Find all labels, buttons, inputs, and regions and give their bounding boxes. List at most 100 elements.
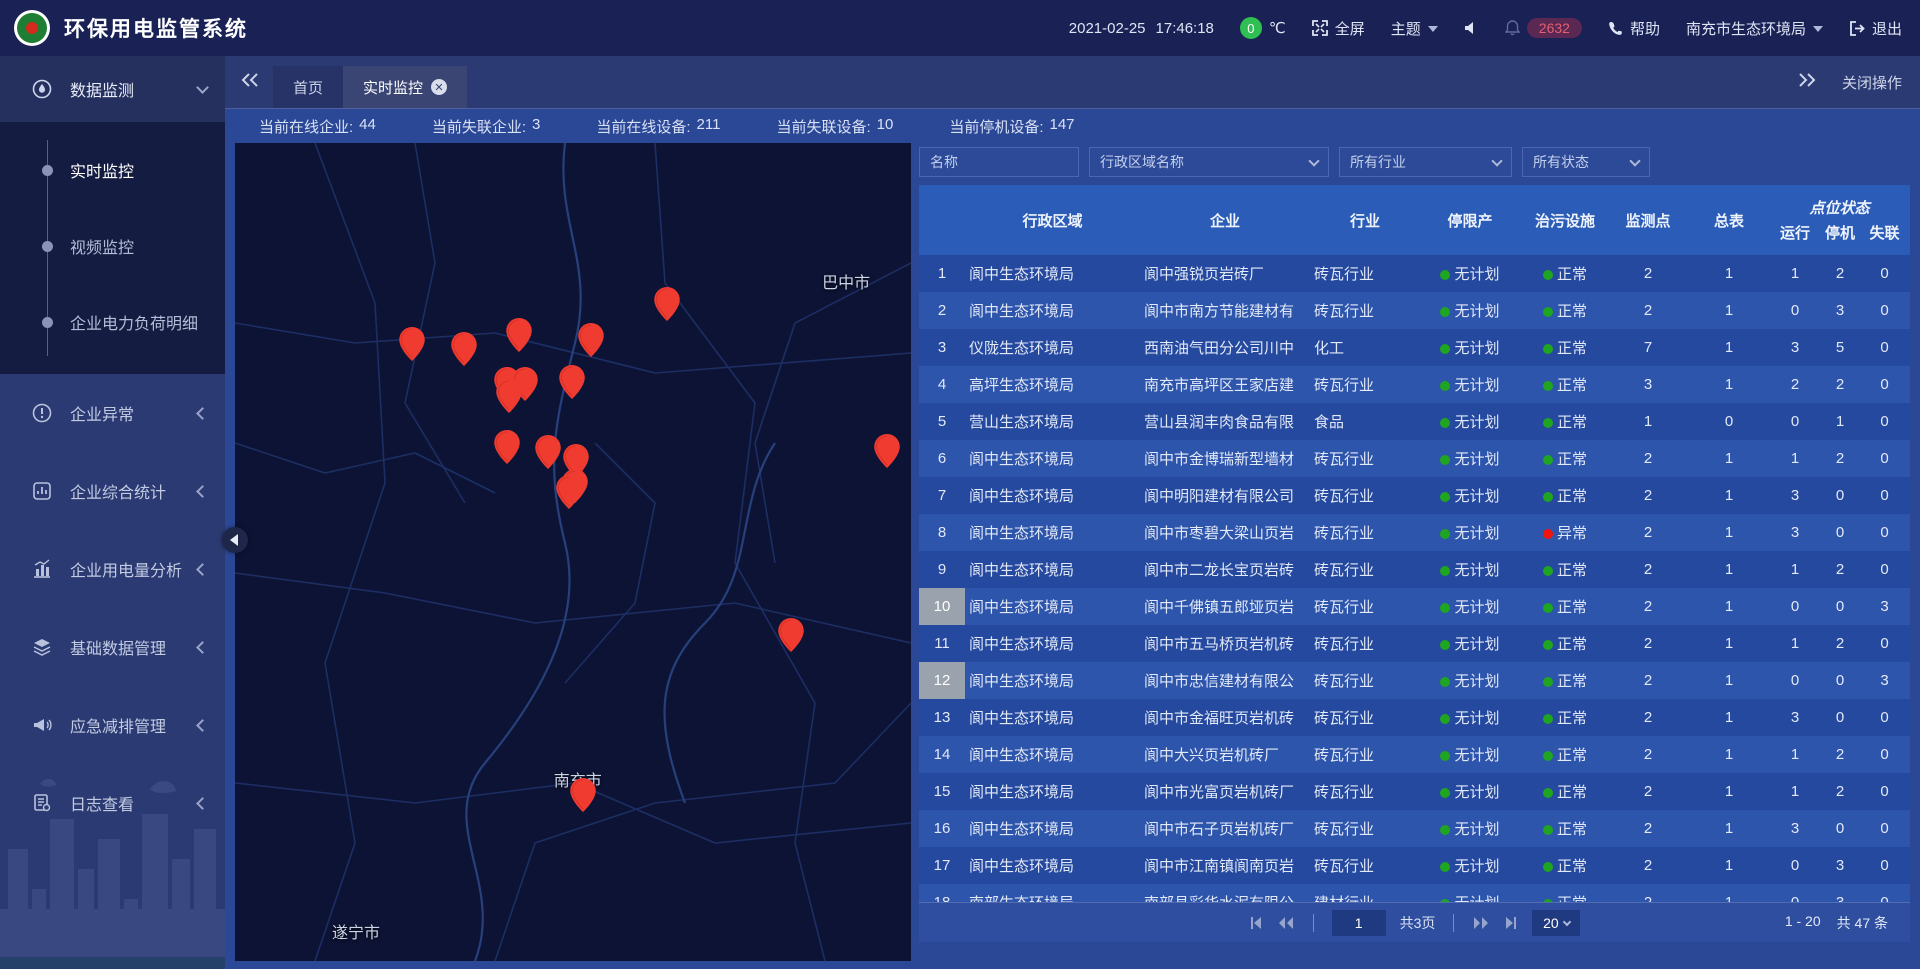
table-row[interactable]: 10 阆中生态环境局 阆中千佛镇五郎垭页岩 砖瓦行业 无计划 正常 2 1 0 …	[919, 588, 1910, 625]
facility-status-dot	[1543, 529, 1553, 539]
table-row[interactable]: 11 阆中生态环境局 阆中市五马桥页岩机砖 砖瓦行业 无计划 正常 2 1 1 …	[919, 625, 1910, 662]
sidebar-item-electricity-analysis[interactable]: 企业用电量分析	[0, 530, 225, 608]
close-tab-icon[interactable]: ✕	[431, 79, 447, 95]
city-skyline-decoration	[0, 759, 225, 969]
warning-circle-icon	[32, 403, 52, 423]
sidebar-item-data-monitoring[interactable]: 数据监测	[0, 56, 225, 122]
table-row[interactable]: 8 阆中生态环境局 阆中市枣碧大梁山页岩 砖瓦行业 无计划 异常 2 1 3 0…	[919, 514, 1910, 551]
tab-realtime-monitoring[interactable]: 实时监控 ✕	[343, 66, 467, 108]
stat-stopped-devices: 当前停机设备:147	[949, 116, 1074, 137]
bell-icon	[1505, 20, 1520, 36]
page-number-input[interactable]: 1	[1332, 910, 1386, 936]
org-dropdown[interactable]: 南充市生态环境局	[1686, 18, 1823, 39]
facility-status-dot	[1543, 640, 1553, 650]
prev-page-button[interactable]	[1277, 916, 1295, 930]
sidebar: 数据监测 实时监控 视频监控 企业电力负荷明细	[0, 56, 225, 969]
limit-status-dot	[1440, 677, 1450, 687]
close-operations-button[interactable]: 关闭操作	[1842, 72, 1902, 93]
map-pin-icon[interactable]	[874, 434, 900, 468]
table-row[interactable]: 6 阆中生态环境局 阆中市金博瑞新型墙材 砖瓦行业 无计划 正常 2 1 1 2…	[919, 440, 1910, 477]
industry-select[interactable]: 所有行业	[1339, 147, 1512, 177]
help-button[interactable]: 帮助	[1608, 18, 1660, 39]
tab-home[interactable]: 首页	[273, 66, 343, 108]
table-row[interactable]: 14 阆中生态环境局 阆中大兴页岩机砖厂 砖瓦行业 无计划 正常 2 1 1 2…	[919, 736, 1910, 773]
map-pin-icon[interactable]	[570, 778, 596, 812]
table-row[interactable]: 2 阆中生态环境局 阆中市南方节能建材有 砖瓦行业 无计划 正常 2 1 0 3…	[919, 292, 1910, 329]
map-pin-icon[interactable]	[399, 327, 425, 361]
divider	[1453, 914, 1454, 932]
map-pin-icon[interactable]	[778, 618, 804, 652]
sidebar-item-emergency-reduction[interactable]: 应急减排管理	[0, 686, 225, 764]
statistics-icon	[32, 481, 52, 501]
last-page-button[interactable]	[1504, 916, 1518, 930]
limit-status-dot	[1440, 381, 1450, 391]
notification-count-badge: 2632	[1527, 18, 1582, 38]
map-pin-icon[interactable]	[654, 287, 680, 321]
status-select[interactable]: 所有状态	[1522, 147, 1650, 177]
map-pin-icon[interactable]	[578, 323, 604, 357]
table-row[interactable]: 1 阆中生态环境局 阆中强锐页岩砖厂 砖瓦行业 无计划 正常 2 1 1 2 0	[919, 255, 1910, 292]
last-page-icon	[1504, 916, 1518, 930]
fullscreen-icon	[1312, 20, 1328, 36]
map-pin-icon[interactable]	[559, 365, 585, 399]
chevron-down-icon	[1629, 155, 1640, 166]
temperature-badge: 0	[1240, 17, 1262, 39]
region-select[interactable]: 行政区域名称	[1089, 147, 1329, 177]
sidebar-item-enterprise-statistics[interactable]: 企业综合统计	[0, 452, 225, 530]
bar-chart-icon	[32, 559, 52, 579]
sidebar-item-power-load-detail[interactable]: 企业电力负荷明细	[0, 284, 225, 360]
table-row[interactable]: 9 阆中生态环境局 阆中市二龙长宝页岩砖 砖瓦行业 无计划 正常 2 1 1 2…	[919, 551, 1910, 588]
map-roads	[235, 143, 911, 961]
table-row[interactable]: 3 仪陇生态环境局 西南油气田分公司川中 化工 无计划 正常 7 1 3 5 0	[919, 329, 1910, 366]
table-row[interactable]: 13 阆中生态环境局 阆中市金福旺页岩机砖 砖瓦行业 无计划 正常 2 1 3 …	[919, 699, 1910, 736]
map-pin-icon[interactable]	[556, 475, 582, 509]
map-pin-icon[interactable]	[496, 379, 522, 413]
next-page-button[interactable]	[1472, 916, 1490, 930]
sidebar-item-basic-data[interactable]: 基础数据管理	[0, 608, 225, 686]
table-row[interactable]: 16 阆中生态环境局 阆中市石子页岩机砖厂 砖瓦行业 无计划 正常 2 1 3 …	[919, 810, 1910, 847]
table-row[interactable]: 18 南部生态环境局 南部县彩华水泥有限公 建材行业 无计划 正常 2 1 0 …	[919, 884, 1910, 902]
time-text: 17:46:18	[1156, 20, 1214, 37]
sidebar-item-enterprise-abnormal[interactable]: 企业异常	[0, 374, 225, 452]
logout-button[interactable]: 退出	[1849, 18, 1902, 39]
table-row[interactable]: 7 阆中生态环境局 阆中明阳建材有限公司 砖瓦行业 无计划 正常 2 1 3 0…	[919, 477, 1910, 514]
enterprise-table: 行政区域 企业 行业 停限产 治污设施 监测点 总表 点位状态 运行 停机 失联…	[919, 185, 1910, 902]
volume-button[interactable]	[1464, 21, 1479, 35]
tab-bar: 首页 实时监控 ✕ 关闭操作	[225, 56, 1920, 109]
limit-status-dot	[1440, 714, 1450, 724]
page-size-select[interactable]: 20	[1532, 910, 1580, 936]
notifications[interactable]: 2632	[1505, 18, 1582, 38]
table-row[interactable]: 4 高坪生态环境局 南充市高坪区王家店建 砖瓦行业 无计划 正常 3 1 2 2…	[919, 366, 1910, 403]
facility-status-dot	[1543, 307, 1553, 317]
temperature-unit: ℃	[1269, 19, 1286, 37]
map-pin-icon[interactable]	[494, 430, 520, 464]
table-row[interactable]: 15 阆中生态环境局 阆中市光富页岩机砖厂 砖瓦行业 无计划 正常 2 1 1 …	[919, 773, 1910, 810]
tab-scroll-left-button[interactable]	[241, 73, 259, 92]
table-row[interactable]: 12 阆中生态环境局 阆中市忠信建材有限公 砖瓦行业 无计划 正常 2 1 0 …	[919, 662, 1910, 699]
sidebar-item-video-monitoring[interactable]: 视频监控	[0, 208, 225, 284]
stat-online-devices: 当前在线设备:211	[596, 116, 720, 137]
chevron-left-icon	[230, 534, 238, 546]
filter-bar: 名称 行政区域名称 所有行业 所有状态	[919, 147, 1910, 177]
table-row[interactable]: 5 营山生态环境局 营山县润丰肉食品有限 食品 无计划 正常 1 0 0 1 0	[919, 403, 1910, 440]
limit-status-dot	[1440, 862, 1450, 872]
first-page-button[interactable]	[1249, 916, 1263, 930]
chevron-down-icon	[1308, 155, 1319, 166]
map-pin-icon[interactable]	[535, 435, 561, 469]
total-pages-label: 共3页	[1400, 913, 1436, 933]
theme-dropdown[interactable]: 主题	[1391, 18, 1438, 39]
map-panel[interactable]: 巴中市南充市遂宁市	[235, 143, 911, 961]
double-chevron-left-icon	[241, 73, 259, 87]
fullscreen-button[interactable]: 全屏	[1312, 18, 1365, 39]
speaker-icon	[1464, 21, 1479, 35]
org-name: 南充市生态环境局	[1686, 18, 1806, 39]
map-pin-icon[interactable]	[506, 318, 532, 352]
tab-scroll-right-button[interactable]	[1798, 73, 1816, 92]
range-label: 1 - 20	[1785, 913, 1821, 933]
facility-status-dot	[1543, 381, 1553, 391]
name-search-input[interactable]: 名称	[919, 147, 1079, 177]
map-pin-icon[interactable]	[451, 332, 477, 366]
table-row[interactable]: 17 阆中生态环境局 阆中市江南镇阆南页岩 砖瓦行业 无计划 正常 2 1 0 …	[919, 847, 1910, 884]
temperature-indicator: 0 ℃	[1240, 17, 1286, 39]
sidebar-item-realtime-monitoring[interactable]: 实时监控	[0, 132, 225, 208]
